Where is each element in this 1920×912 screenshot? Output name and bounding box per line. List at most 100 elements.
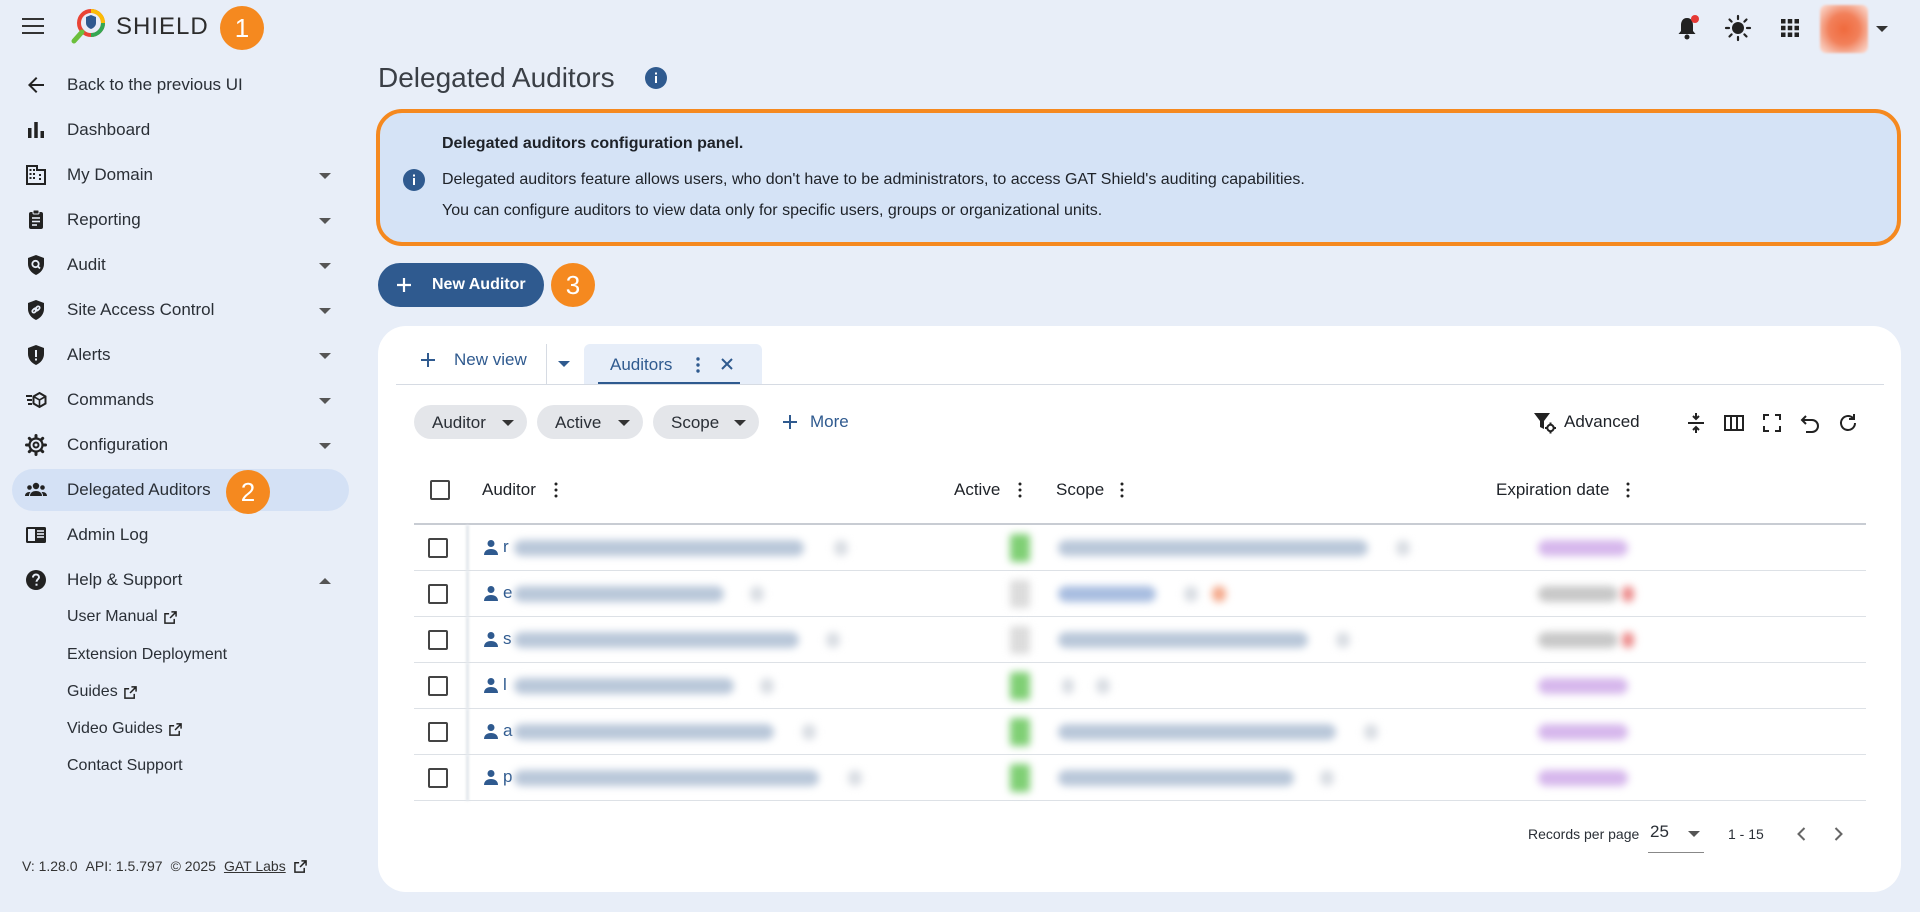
apps-grid-icon[interactable]: [1776, 14, 1804, 42]
table-row[interactable]: s: [414, 617, 1866, 663]
sidebar-item-configuration[interactable]: Configuration: [12, 424, 349, 466]
sidebar-item-label: My Domain: [67, 165, 153, 184]
sidebar-item-my-domain[interactable]: My Domain: [12, 154, 349, 196]
sidebar-item-delegated-auditors[interactable]: Delegated Auditors: [12, 469, 349, 511]
row-checkbox[interactable]: [428, 768, 448, 788]
plus-icon: [783, 415, 797, 429]
table-row[interactable]: l: [414, 663, 1866, 709]
avatar-caret-icon[interactable]: [1876, 26, 1888, 32]
sidebar-item-help-support[interactable]: Help & Support: [12, 559, 349, 601]
sidebar-item-admin-log[interactable]: Admin Log: [12, 514, 349, 556]
tab-menu-icon[interactable]: [690, 356, 706, 374]
gat-labs-link[interactable]: GAT Labs: [224, 858, 286, 874]
auditor-email[interactable]: r: [503, 537, 509, 557]
sidebar-item-reporting[interactable]: Reporting: [12, 199, 349, 241]
column-header-expiration-date[interactable]: Expiration date: [1496, 480, 1609, 500]
copy-icon[interactable]: [1184, 586, 1198, 602]
help-extension-deployment-link[interactable]: Extension Deployment: [67, 646, 227, 664]
user-avatar[interactable]: [1820, 5, 1868, 53]
gear-icon: [25, 434, 47, 456]
sidebar-item-commands[interactable]: Commands: [12, 379, 349, 421]
row-checkbox[interactable]: [428, 722, 448, 742]
commands-icon: [26, 391, 47, 409]
row-checkbox[interactable]: [428, 538, 448, 558]
table-row[interactable]: e: [414, 571, 1866, 617]
menu-icon[interactable]: [22, 18, 44, 36]
help-contact-support-link[interactable]: Contact Support: [67, 757, 183, 775]
chevron-down-icon[interactable]: [1688, 831, 1700, 837]
new-auditor-button[interactable]: New Auditor: [378, 263, 544, 307]
copy-icon[interactable]: [802, 724, 816, 740]
auditor-email[interactable]: s: [503, 629, 512, 649]
auditor-email[interactable]: l: [503, 675, 507, 695]
select-underline: [1648, 852, 1704, 853]
sub-item-label: Video Guides: [67, 720, 163, 737]
back-to-previous-ui[interactable]: Back to the previous UI: [12, 64, 349, 106]
records-per-page-select[interactable]: 25: [1650, 822, 1669, 842]
sidebar-item-site-access-control[interactable]: Site Access Control: [12, 289, 349, 331]
copy-icon[interactable]: [750, 586, 764, 602]
bell-icon[interactable]: [1673, 14, 1701, 42]
filter-chip-auditor[interactable]: Auditor: [414, 405, 527, 439]
redacted-expiration: [1538, 678, 1628, 694]
column-header-scope[interactable]: Scope: [1056, 480, 1104, 500]
copy-icon[interactable]: [1364, 724, 1378, 740]
auditor-email[interactable]: p: [503, 767, 512, 787]
views-dropdown-icon[interactable]: [558, 361, 570, 367]
shield-logo-icon: [71, 9, 105, 44]
table-row[interactable]: a: [414, 709, 1866, 755]
sidebar-item-alerts[interactable]: Alerts: [12, 334, 349, 376]
auditor-email[interactable]: a: [503, 721, 512, 741]
copy-icon[interactable]: [1396, 540, 1410, 556]
column-header-auditor[interactable]: Auditor: [482, 480, 536, 500]
fullscreen-icon[interactable]: [1760, 411, 1784, 435]
version-text: V: 1.28.0: [22, 858, 78, 874]
copy-icon[interactable]: [1096, 678, 1110, 694]
column-menu-icon[interactable]: [554, 482, 558, 498]
warning-icon: [1212, 586, 1226, 602]
advanced-filter-button[interactable]: Advanced: [1532, 410, 1640, 434]
copy-icon[interactable]: [1320, 770, 1334, 786]
help-user-manual-link[interactable]: User Manual: [67, 608, 177, 626]
active-status: [1010, 764, 1030, 792]
help-video-guides-link[interactable]: Video Guides: [67, 720, 182, 738]
column-header-active[interactable]: Active: [954, 480, 1000, 500]
density-icon[interactable]: [1684, 411, 1708, 435]
copy-icon[interactable]: [760, 678, 774, 694]
auditor-email[interactable]: e: [503, 583, 512, 603]
chevron-down-icon: [319, 308, 331, 314]
new-view-tab[interactable]: New view: [418, 344, 527, 376]
help-guides-link[interactable]: Guides: [67, 683, 137, 701]
tab-auditors[interactable]: Auditors: [584, 344, 762, 384]
copy-icon[interactable]: [848, 770, 862, 786]
copy-icon[interactable]: [834, 540, 848, 556]
bar-chart-icon: [28, 122, 44, 138]
copy-icon[interactable]: [1336, 632, 1350, 648]
select-all-checkbox[interactable]: [430, 480, 450, 500]
column-menu-icon[interactable]: [1120, 482, 1124, 498]
sidebar-item-dashboard[interactable]: Dashboard: [12, 109, 349, 151]
row-checkbox[interactable]: [428, 630, 448, 650]
column-menu-icon[interactable]: [1626, 482, 1630, 498]
info-icon[interactable]: [644, 66, 668, 90]
filter-chip-active[interactable]: Active: [537, 405, 643, 439]
column-menu-icon[interactable]: [1018, 482, 1022, 498]
copy-icon[interactable]: [826, 632, 840, 648]
table-row[interactable]: p: [414, 755, 1866, 801]
row-checkbox[interactable]: [428, 676, 448, 696]
table-row[interactable]: r: [414, 525, 1866, 571]
active-status: [1010, 626, 1030, 654]
sidebar-item-audit[interactable]: Audit: [12, 244, 349, 286]
more-filters-button[interactable]: More: [780, 412, 849, 432]
refresh-icon[interactable]: [1836, 411, 1860, 435]
redacted-expiration: [1538, 586, 1618, 602]
close-icon[interactable]: [720, 357, 734, 371]
filter-chip-scope[interactable]: Scope: [653, 405, 759, 439]
columns-icon[interactable]: [1722, 411, 1746, 435]
theme-toggle-icon[interactable]: [1724, 14, 1752, 42]
logo[interactable]: SHIELD: [70, 8, 209, 46]
row-checkbox[interactable]: [428, 584, 448, 604]
chevron-right-icon[interactable]: [1828, 824, 1848, 844]
undo-icon[interactable]: [1798, 411, 1822, 435]
chevron-left-icon[interactable]: [1792, 824, 1812, 844]
